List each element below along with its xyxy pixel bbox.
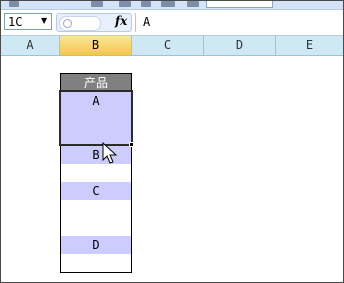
toolbar-icon[interactable] [9,1,19,7]
toolbar [1,1,343,10]
data-cell[interactable]: D [60,236,132,255]
data-cell[interactable] [60,128,132,147]
data-cell[interactable] [60,254,132,273]
column-header-c[interactable]: C [132,36,204,55]
data-cell[interactable]: B [60,146,132,165]
column-header-b[interactable]: B [60,36,132,55]
column-headers: A B C D E [1,36,343,56]
column-header-e[interactable]: E [276,36,343,55]
header-cell[interactable]: 产品 [60,73,132,92]
name-box-value: 1C [8,15,23,29]
toolbar-icon[interactable] [119,1,131,7]
formula-tools: fx [56,13,132,32]
toolbar-icon[interactable] [161,1,175,7]
column-header-d[interactable]: D [204,36,276,55]
toolbar-icon[interactable] [141,1,151,7]
toolbar-icon[interactable] [91,1,103,7]
magnifier-icon [63,19,72,28]
data-cell[interactable] [60,110,132,129]
column-header-a[interactable]: A [1,36,60,55]
data-cell[interactable] [60,200,132,219]
spreadsheet-window: 1C ▼ fx A A B C D E 产品 A B C D [0,0,344,283]
formula-pill[interactable] [59,16,101,31]
formula-divider [135,13,136,32]
fill-handle[interactable] [129,142,134,147]
insert-function-icon[interactable]: fx [115,14,127,28]
formula-bar: 1C ▼ fx A [1,10,343,36]
data-cell[interactable] [60,164,132,183]
cell-grid: 产品 A B C D [1,56,343,282]
chevron-down-icon[interactable]: ▼ [41,16,47,25]
mouse-pointer-icon [102,142,118,164]
toolbar-icon[interactable] [187,1,199,7]
data-cell[interactable] [60,218,132,237]
formula-input[interactable]: A [139,13,339,32]
data-cell[interactable]: A [60,92,132,111]
font-size-box[interactable] [206,1,273,8]
data-cell[interactable]: C [60,182,132,201]
